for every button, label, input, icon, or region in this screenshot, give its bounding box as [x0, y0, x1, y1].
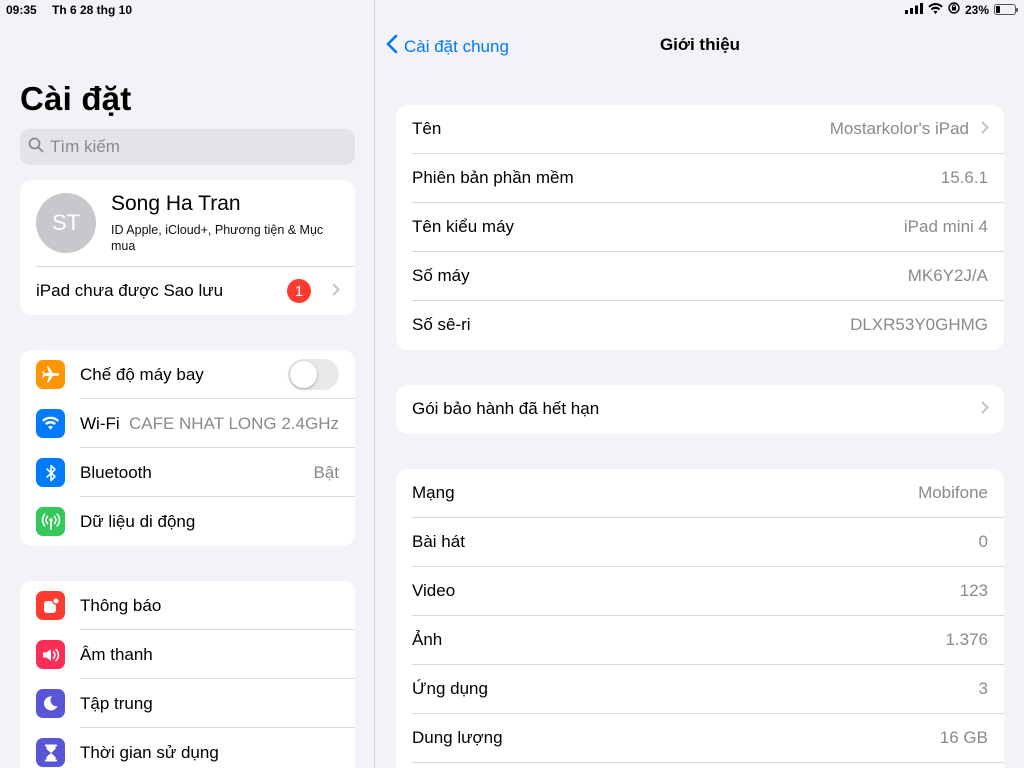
apple-id-card[interactable]: ST Song Ha Tran ID Apple, iCloud+, Phươn…: [20, 180, 355, 315]
cellular-icon: [36, 507, 65, 536]
sidebar-item-label: Wi-Fi: [80, 413, 120, 433]
wifi-icon: [36, 409, 65, 438]
sidebar-item-screen-time[interactable]: Thời gian sử dụng: [20, 728, 355, 768]
airplane-icon: [36, 360, 65, 389]
row-value: 3: [978, 679, 988, 698]
row-label: Số máy: [412, 266, 470, 285]
backup-label: iPad chưa được Sao lưu: [36, 281, 224, 300]
bluetooth-icon: [36, 458, 65, 487]
sidebar-item-bluetooth[interactable]: Bluetooth Bật: [20, 448, 355, 497]
name-row[interactable]: Tên Mostarkolor's iPad: [396, 105, 1004, 154]
row-value: 0: [978, 532, 988, 551]
sidebar-item-notifications[interactable]: Thông báo: [20, 581, 355, 630]
sidebar-item-label: Chế độ máy bay: [80, 364, 204, 384]
battery-icon: [994, 4, 1018, 15]
search-field[interactable]: Tìm kiếm: [20, 129, 355, 165]
row-label: Số sê-ri: [412, 315, 471, 334]
row-label: Mạng: [412, 483, 455, 502]
row-label: Ứng dụng: [412, 679, 488, 698]
settings-sidebar: Cài đặt Tìm kiếm ST Song Ha Tran ID Appl…: [0, 0, 375, 768]
hourglass-icon: [36, 738, 65, 767]
serial-number-row[interactable]: Số sê-ri DLXR53Y0GHMG: [396, 301, 1004, 350]
airplane-mode-toggle[interactable]: [288, 359, 339, 390]
row-label: Tên: [412, 119, 442, 138]
sidebar-item-focus[interactable]: Tập trung: [20, 679, 355, 728]
sidebar-item-label: Dữ liệu di động: [80, 511, 196, 531]
status-date: Th 6 28 thg 10: [52, 3, 133, 17]
chevron-right-icon: [981, 401, 989, 419]
notification-badge: 1: [287, 279, 311, 303]
sidebar-item-cellular[interactable]: Dữ liệu di động: [20, 497, 355, 546]
row-label: Tên kiểu máy: [412, 217, 515, 236]
row-label: Video: [412, 581, 456, 600]
sidebar-item-airplane-mode[interactable]: Chế độ máy bay: [20, 350, 355, 399]
sidebar-item-label: Thời gian sử dụng: [80, 742, 219, 762]
model-number-row[interactable]: Số máy MK6Y2J/A: [396, 252, 1004, 301]
status-time: 09:35: [6, 3, 37, 17]
avatar: ST: [36, 193, 96, 253]
status-bar: 09:35 Th 6 28 thg 10 23%: [0, 0, 1024, 20]
page-title: Giới thiệu: [659, 35, 741, 54]
chevron-right-icon: [332, 281, 340, 301]
sidebar-item-wifi[interactable]: Wi-Fi CAFE NHAT LONG 2.4GHz: [20, 399, 355, 448]
row-value: iPad mini 4: [903, 217, 988, 236]
notifications-group: Thông báo Âm thanh Tập trung Thời gian s…: [20, 581, 355, 768]
warranty-group: Gói bảo hành đã hết hạn: [396, 385, 1004, 434]
battery-percent: 23%: [964, 2, 989, 17]
sidebar-item-label: Bluetooth: [80, 462, 152, 482]
row-label: Dung lượng: [412, 728, 503, 747]
wifi-status-icon: [928, 2, 943, 17]
row-label: Ảnh: [412, 630, 443, 649]
about-detail-pane: Cài đặt chung Giới thiệu Tên Mostarkolor…: [376, 0, 1024, 768]
warranty-row[interactable]: Gói bảo hành đã hết hạn: [396, 385, 1004, 434]
row-label: Phiên bản phần mềm: [412, 168, 574, 187]
row-value: 16 GB: [939, 728, 988, 747]
sidebar-item-label: Thông báo: [80, 595, 162, 615]
capacity-row[interactable]: Dung lượng 16 GB: [396, 714, 1004, 763]
row-label: Bài hát: [412, 532, 465, 551]
row-value: 1.376: [945, 630, 988, 649]
notification-icon: [36, 591, 65, 620]
songs-row[interactable]: Bài hát 0: [396, 518, 1004, 567]
sidebar-item-sounds[interactable]: Âm thanh: [20, 630, 355, 679]
row-label: Gói bảo hành đã hết hạn: [412, 399, 600, 418]
software-version-row[interactable]: Phiên bản phần mềm 15.6.1: [396, 154, 1004, 203]
row-value: MK6Y2J/A: [907, 266, 988, 285]
row-value: DLXR53Y0GHMG: [850, 315, 988, 334]
videos-row[interactable]: Video 123: [396, 567, 1004, 616]
device-info-group: Tên Mostarkolor's iPad Phiên bản phần mề…: [396, 105, 1004, 350]
connectivity-group: Chế độ máy bay Wi-Fi CAFE NHAT LONG 2.4G…: [20, 350, 355, 546]
moon-icon: [36, 689, 65, 718]
row-value: 15.6.1: [940, 168, 988, 187]
profile-subtitle: ID Apple, iCloud+, Phương tiện & Mục mua: [111, 223, 324, 253]
photos-row[interactable]: Ảnh 1.376: [396, 616, 1004, 665]
row-value: 123: [959, 581, 988, 600]
bluetooth-value: Bật: [313, 462, 339, 482]
applications-row[interactable]: Ứng dụng 3: [396, 665, 1004, 714]
orientation-lock-icon: [948, 2, 960, 17]
row-value: Mostarkolor's iPad: [829, 119, 969, 138]
sidebar-item-label: Âm thanh: [80, 644, 153, 664]
signal-icon: [904, 2, 923, 17]
row-value: Mobifone: [918, 483, 988, 502]
sidebar-item-label: Tập trung: [80, 693, 153, 713]
model-name-row[interactable]: Tên kiểu máy iPad mini 4: [396, 203, 1004, 252]
profile-name: Song Ha Tran: [111, 192, 241, 215]
network-row[interactable]: Mạng Mobifone: [396, 469, 1004, 518]
backup-warning-row[interactable]: iPad chưa được Sao lưu 1: [36, 267, 355, 315]
chevron-right-icon: [981, 121, 989, 139]
usage-info-group: Mạng Mobifone Bài hát 0 Video 123 Ảnh 1.…: [396, 469, 1004, 768]
sound-icon: [36, 640, 65, 669]
search-icon: [28, 137, 50, 158]
sidebar-title: Cài đặt: [20, 80, 132, 117]
search-placeholder: Tìm kiếm: [50, 137, 120, 156]
wifi-network-value: CAFE NHAT LONG 2.4GHz: [128, 413, 339, 433]
